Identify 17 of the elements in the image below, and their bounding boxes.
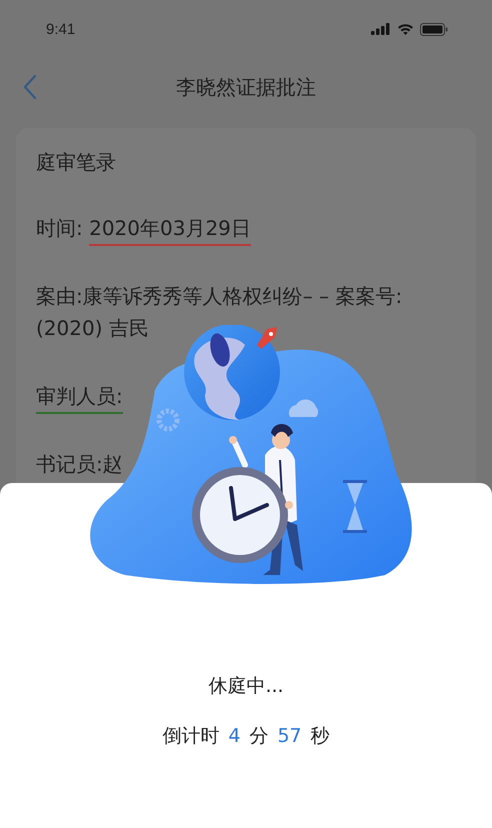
underlined-text: 2020年03月29日 (89, 216, 251, 246)
underlined-text: 审判人员: (36, 384, 123, 414)
countdown-label: 倒计时 (162, 724, 220, 749)
record-line: 庭审笔录 (36, 149, 117, 176)
record-line: 时间: 2020年03月29日 (36, 212, 456, 244)
recess-status: 休庭中... (208, 674, 284, 699)
status-time: 9:41 (46, 20, 76, 38)
countdown-number: 57 (277, 725, 302, 747)
record-line: 案由:康等诉秀秀等人格权纠纷– – 案案号: (2020) 吉民 (36, 283, 404, 342)
signal-icon (371, 23, 391, 35)
countdown-label: 秒 (310, 724, 330, 749)
battery-icon (420, 22, 448, 36)
countdown-label: 分 (249, 724, 268, 749)
page-title: 李晓然证据批注 (176, 74, 316, 100)
record-line: 书记员:赵 (36, 451, 124, 478)
wifi-icon (397, 23, 414, 35)
countdown-number: 4 (228, 725, 240, 747)
